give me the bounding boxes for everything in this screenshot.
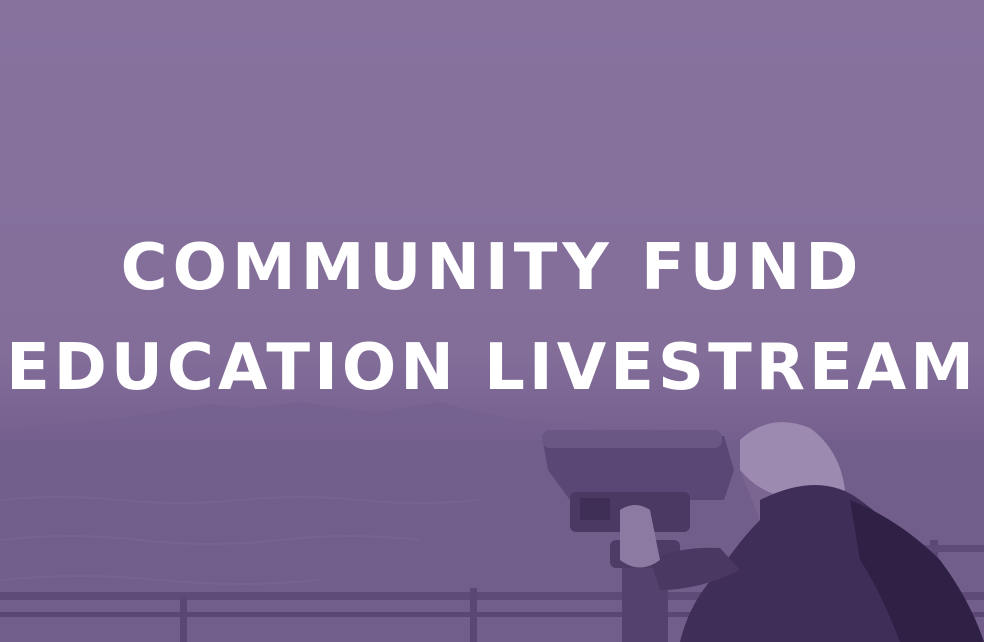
title-line-2: EDUCATION LIVESTREAM — [6, 331, 978, 405]
banner-title: COMMUNITY FUND EDUCATION LIVESTREAM — [0, 218, 984, 418]
title-line-1: COMMUNITY FUND — [120, 231, 864, 305]
livestream-banner: COMMUNITY FUND EDUCATION LIVESTREAM — [0, 0, 984, 642]
